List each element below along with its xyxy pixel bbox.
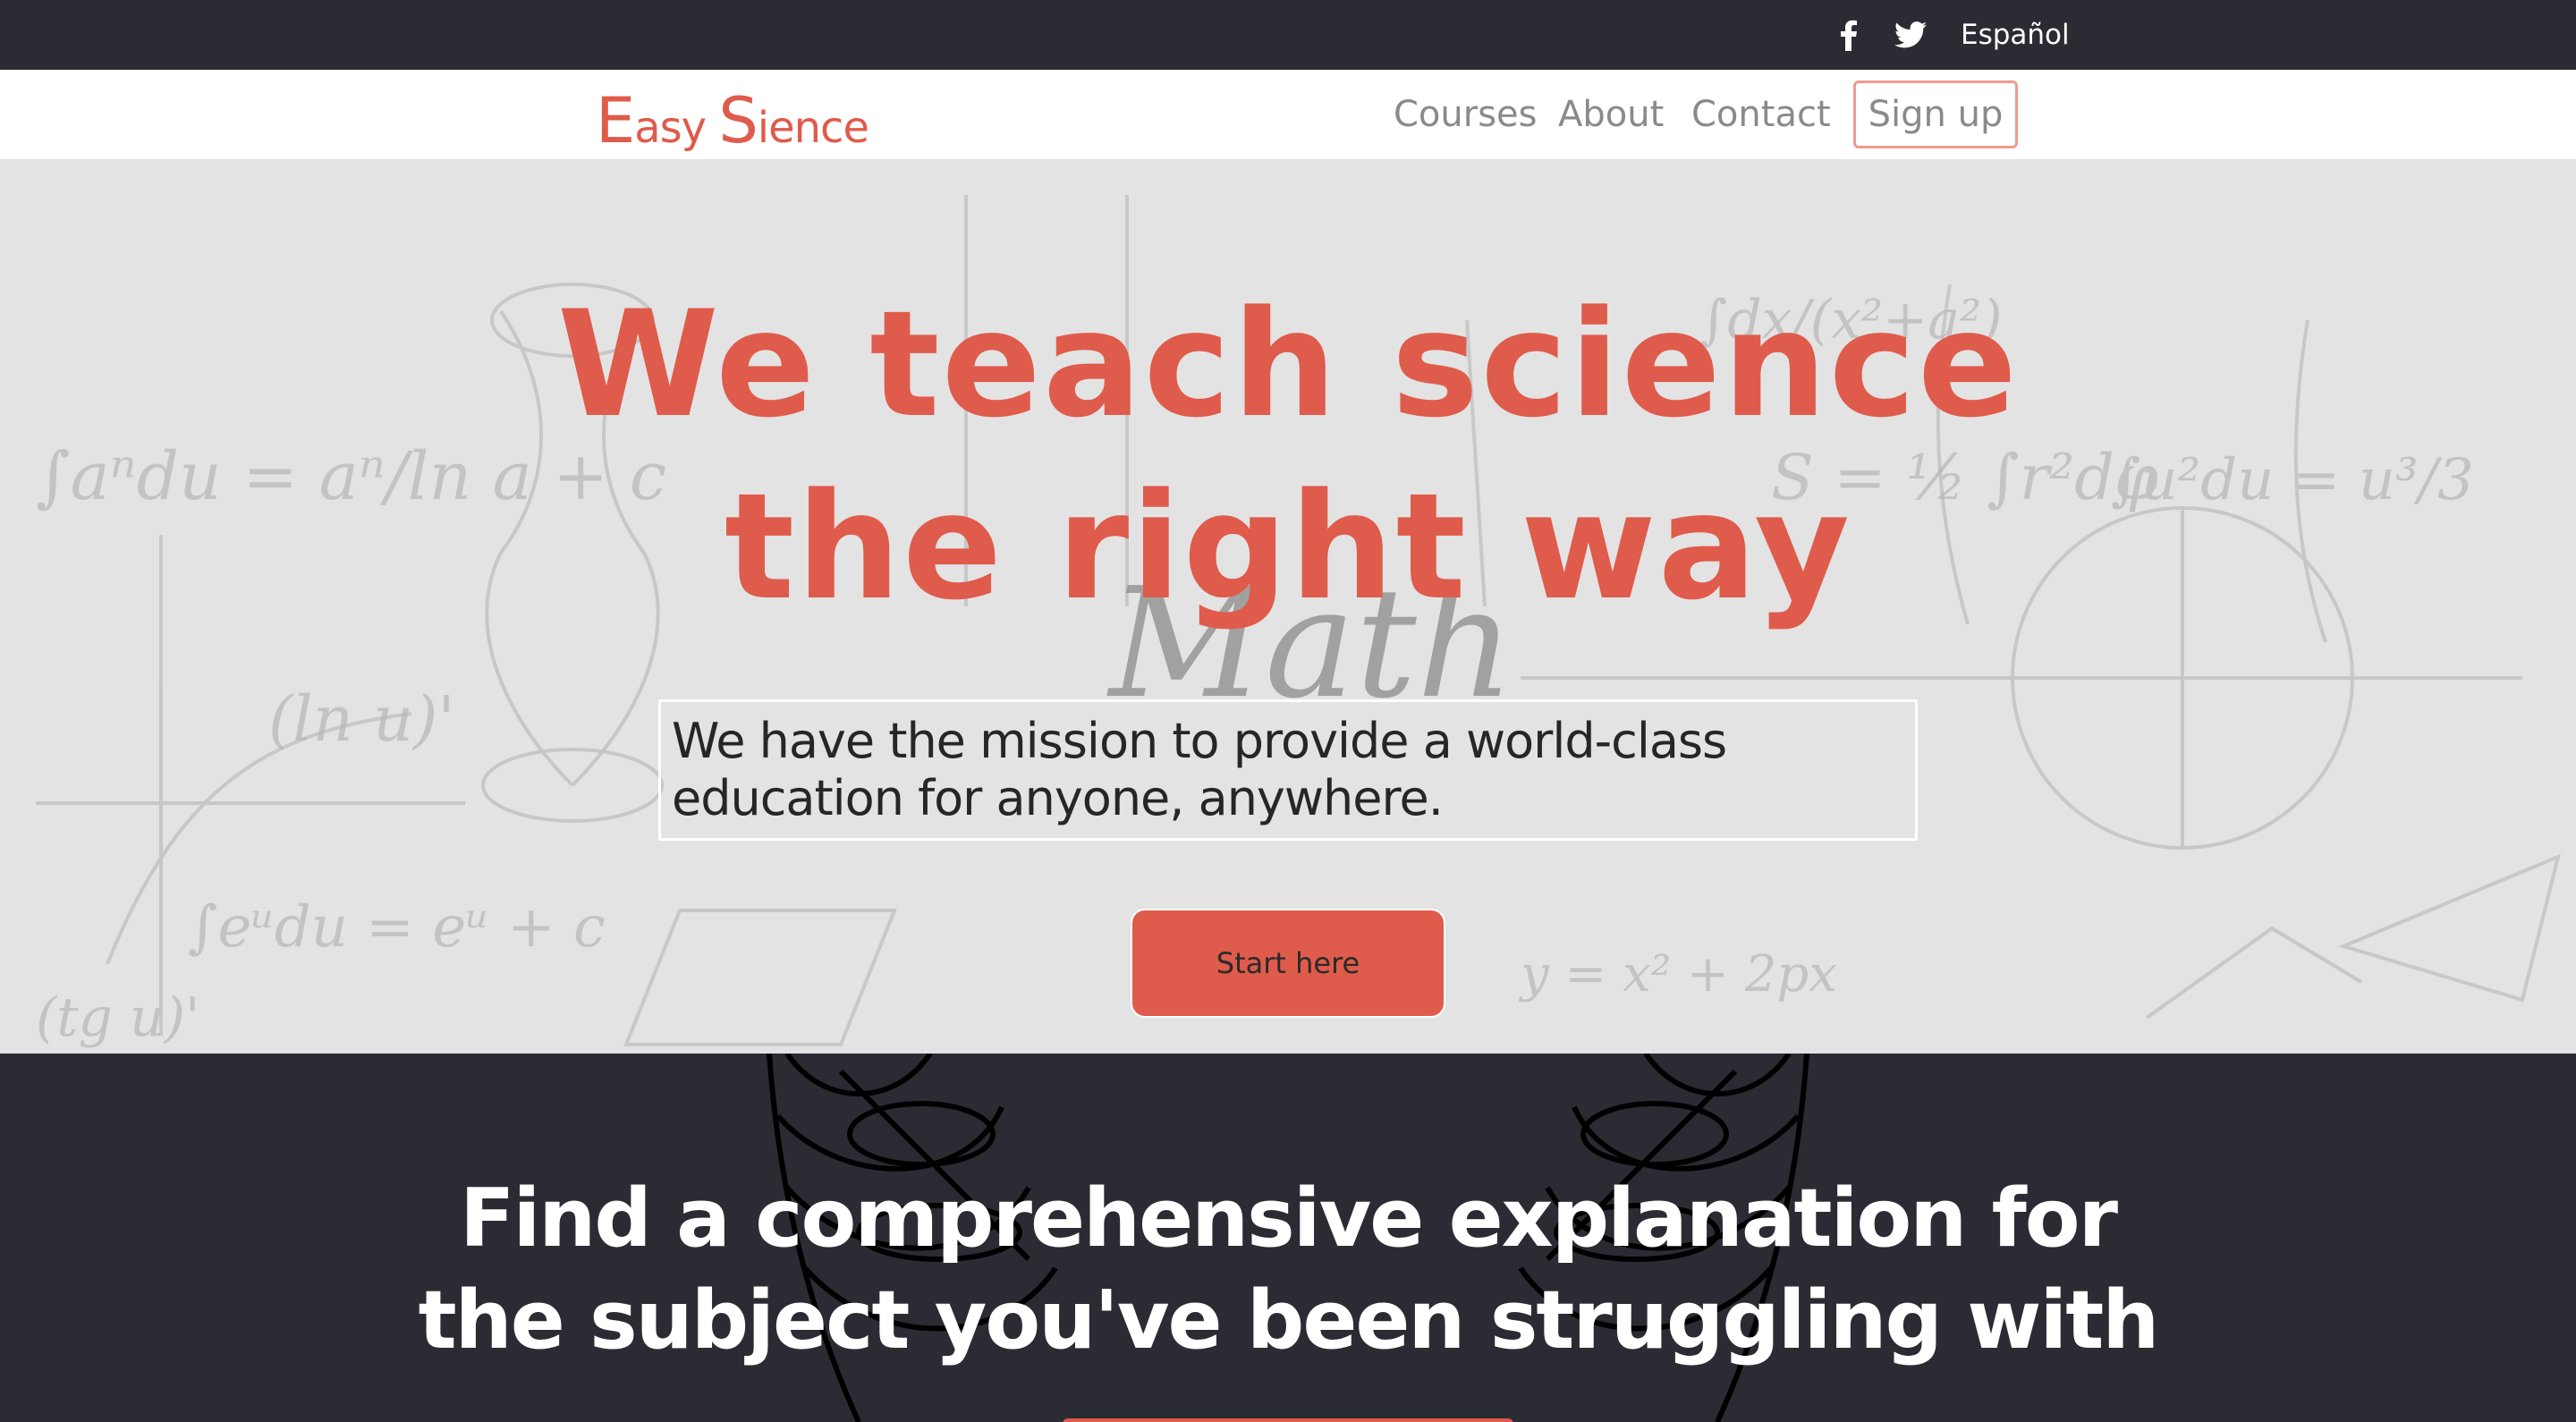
svg-text:(tg u)': (tg u)' [36,986,200,1049]
svg-text:y = x² + 2px: y = x² + 2px [1518,945,1837,1003]
navbar: Easy Sience Courses About Contact Sign u… [0,70,2576,159]
facebook-icon[interactable] [1839,0,1859,70]
nav-contact-link[interactable]: Contact [1691,70,1831,159]
signup-button[interactable]: Sign up [1853,80,2018,148]
language-link[interactable]: Español [1961,0,2070,70]
hero-section: ∫aⁿdu = aⁿ/ln a + c (ln u)' ∫eᵘdu = eᵘ +… [0,159,2576,1054]
svg-text:(ln u)': (ln u)' [268,682,455,756]
subjects-section: Find a comprehensive explanation for the… [0,1054,2576,1422]
hero-title-line-2: the right way [724,461,1852,632]
svg-text:∫eᵘdu = eᵘ + c: ∫eᵘdu = eᵘ + c [188,894,606,961]
section-button-edge[interactable] [1063,1418,1513,1422]
brand-first-rest: asy [634,103,719,153]
twitter-icon[interactable] [1894,0,1927,70]
nav-courses-link[interactable]: Courses [1394,70,1538,159]
hero-title: We teach science the right way [0,274,2576,639]
section-title-line-2: the subject you've been struggling with [418,1274,2160,1367]
hero-title-line-1: We teach science [556,279,2020,450]
hero-subtitle: We have the mission to provide a world-c… [658,699,1918,841]
brand-logo[interactable]: Easy Sience [596,84,869,157]
top-social-bar: Español [0,0,2576,70]
section-title: Find a comprehensive explanation for the… [0,1168,2576,1372]
brand-first-cap: E [596,84,635,157]
brand-second-cap: S [718,84,758,157]
nav-about-link[interactable]: About [1558,70,1664,159]
section-title-line-1: Find a comprehensive explanation for [459,1172,2118,1265]
start-here-button[interactable]: Start here [1131,909,1445,1018]
brand-second-rest: ience [757,103,869,153]
